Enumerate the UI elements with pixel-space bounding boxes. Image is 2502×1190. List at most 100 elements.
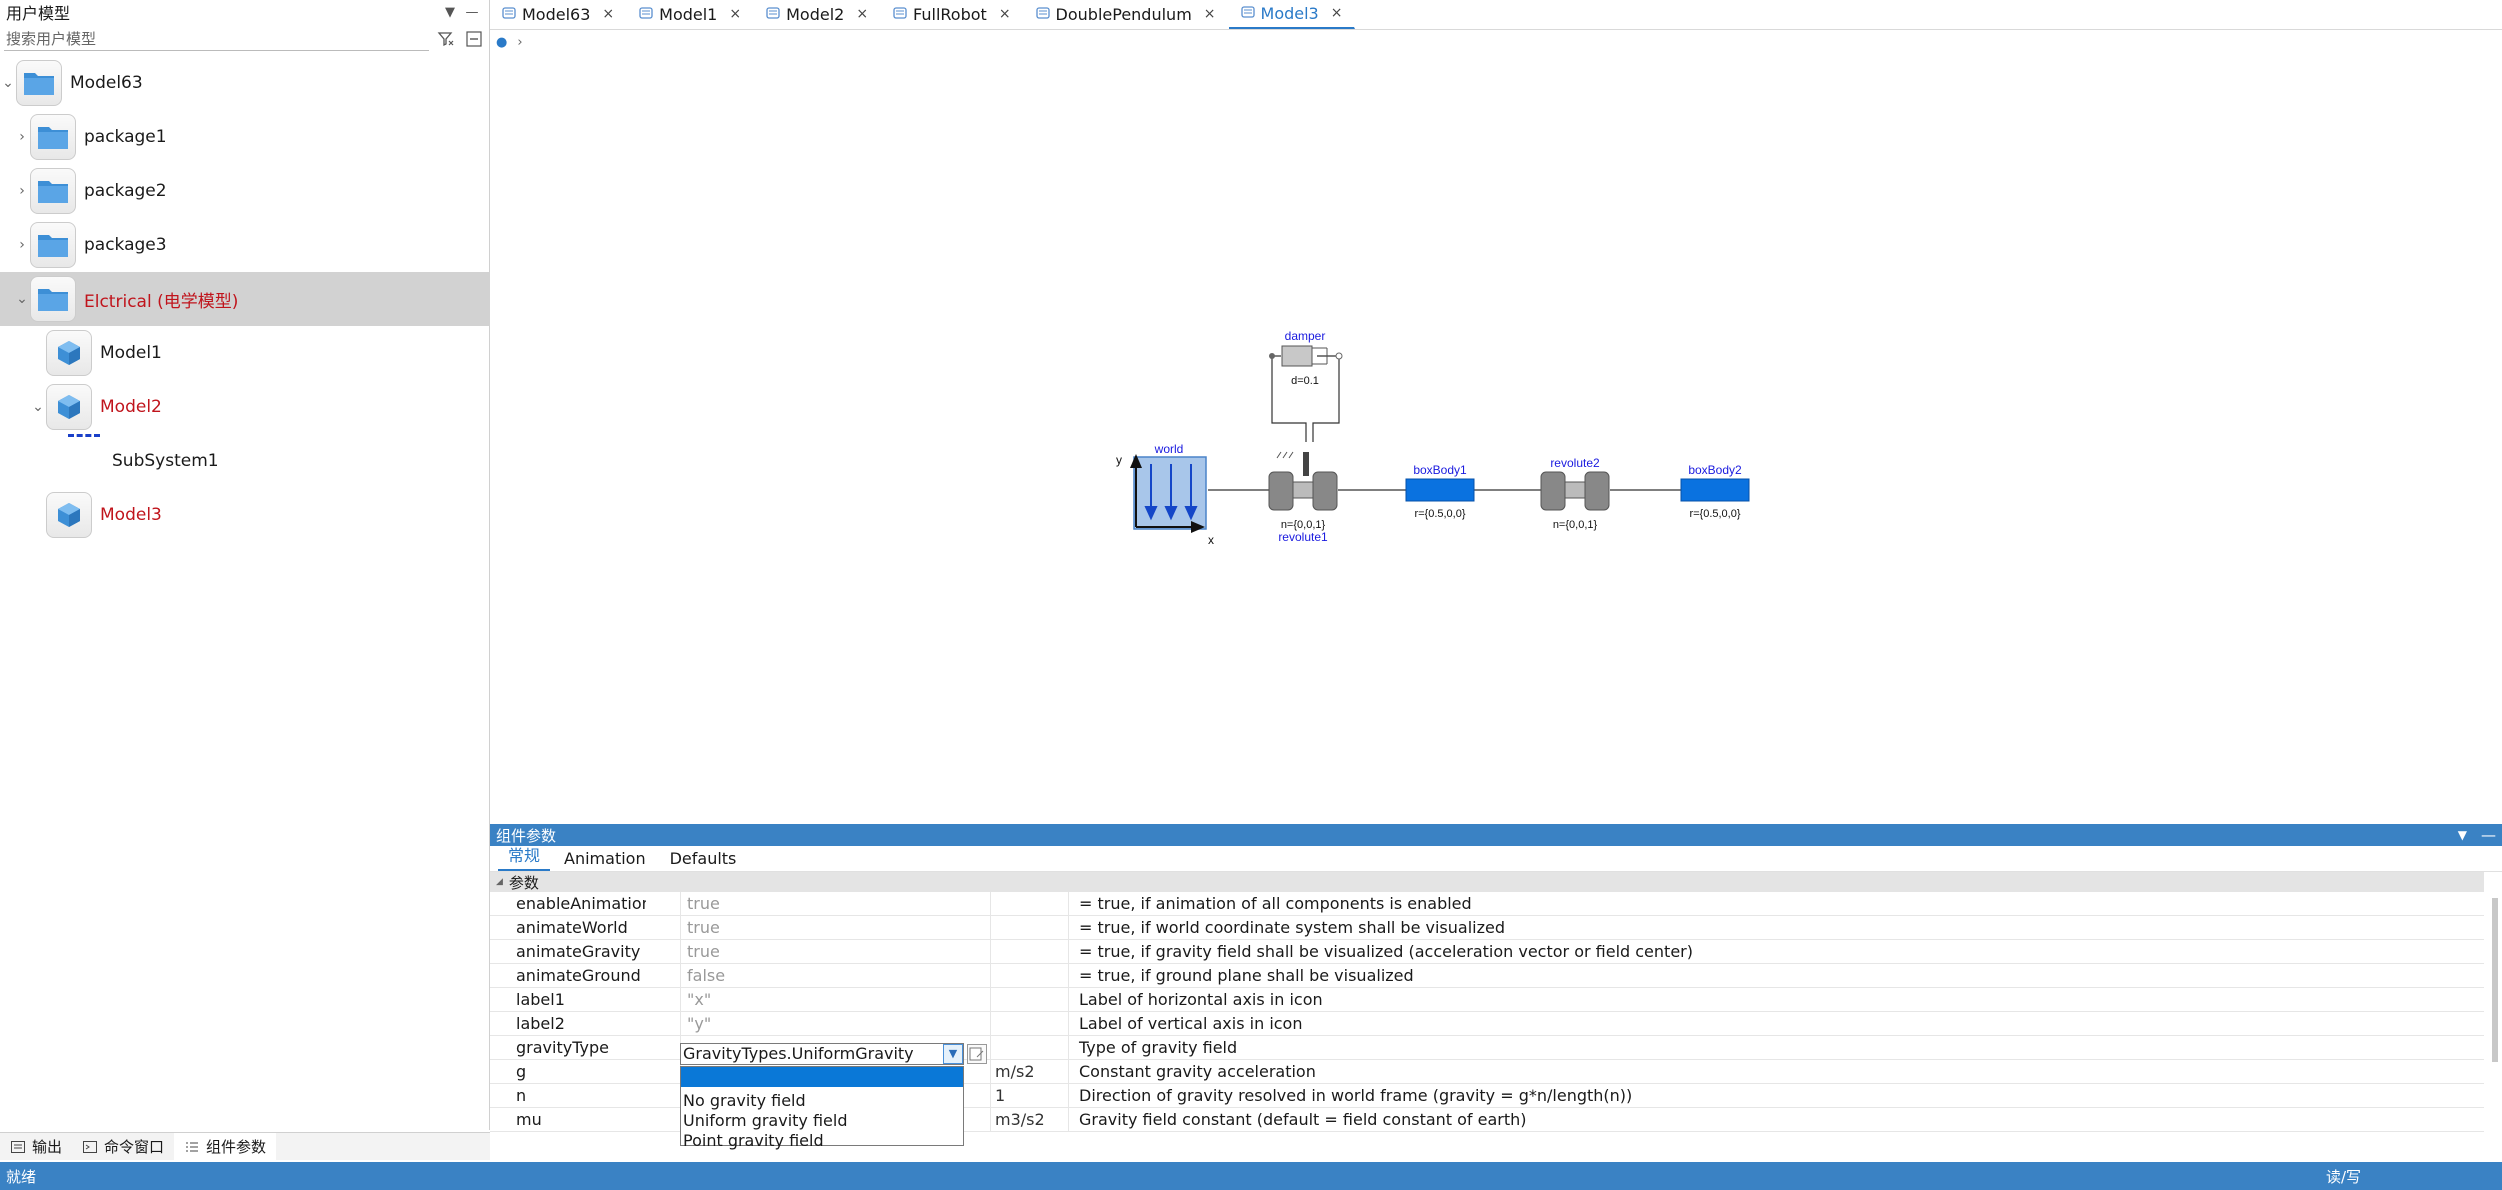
tab-model3[interactable]: Model3 × — [1228, 0, 1356, 29]
param-name: animateGround — [516, 966, 641, 985]
collapse-all-icon[interactable] — [463, 28, 485, 50]
tab-label: Model2 — [786, 4, 845, 24]
close-icon[interactable]: × — [856, 6, 868, 22]
tab-component-params[interactable]: 组件参数 — [174, 1132, 277, 1161]
gravity-type-combobox[interactable]: GravityTypes.UniformGravity — [680, 1043, 964, 1065]
combobox-chevron-icon[interactable]: ▼ — [943, 1044, 963, 1064]
dropdown-arrow-icon[interactable]: ▼ — [439, 5, 461, 20]
param-description: = true, if world coordinate system shall… — [1068, 916, 2484, 940]
param-value[interactable]: "x" — [680, 988, 980, 1012]
model-browser-panel: 用户模型 ▼ — ⌄ Model63 › package1 › package2 › pack… — [0, 0, 490, 1130]
tab-label: Model1 — [659, 4, 718, 24]
param-row-enableAnimation: enableAnimation true = true, if animation … — [490, 892, 2484, 916]
params-group-header[interactable]: ◢ 参数 — [490, 872, 2484, 892]
home-icon[interactable]: ● — [496, 35, 507, 50]
param-description: Constant gravity acceleration — [1068, 1060, 2484, 1084]
tab-command-window[interactable]: 命令窗口 — [72, 1133, 174, 1161]
tree-item-package1[interactable]: › package1 — [0, 110, 490, 164]
minimize-icon[interactable]: — — [461, 5, 483, 20]
chevron-down-icon[interactable]: ⌄ — [0, 75, 16, 91]
tree-item-package2[interactable]: › package2 — [0, 164, 490, 218]
param-description: Gravity field constant (default = field … — [1068, 1108, 2484, 1132]
model-file-icon — [1035, 5, 1050, 24]
param-value[interactable]: true — [680, 940, 980, 964]
boxbody2-component[interactable]: boxBody2 r={0.5,0,0} — [1680, 463, 1750, 520]
dropdown-option[interactable]: No gravity field — [681, 1091, 963, 1111]
boxbody1-component[interactable]: boxBody1 r={0.5,0,0} — [1405, 463, 1475, 520]
param-description: = true, if ground plane shall be visuali… — [1068, 964, 2484, 988]
tree-item-model1[interactable]: Model1 — [0, 326, 490, 380]
tree-item-elctrical[interactable]: ⌄ Elctrical (电学模型) — [0, 272, 490, 326]
tab-model63[interactable]: Model63 × — [490, 0, 627, 29]
folder-icon — [16, 60, 62, 106]
tab-output[interactable]: 输出 — [0, 1133, 72, 1161]
breadcrumb: ● › — [496, 32, 523, 52]
filter-icon[interactable] — [435, 28, 457, 50]
breadcrumb-arrow-icon[interactable]: › — [517, 35, 522, 50]
cube-icon — [46, 492, 92, 538]
damper-component[interactable]: damper d=0.1 — [1269, 329, 1343, 387]
tab-fullrobot[interactable]: FullRobot × — [881, 0, 1024, 29]
edit-icon[interactable] — [967, 1044, 987, 1064]
dropdown-arrow-icon[interactable]: ▼ — [2458, 828, 2467, 842]
revolute2-component[interactable]: revolute2 n={0,0,1} — [1540, 456, 1610, 531]
chevron-right-icon[interactable]: › — [14, 129, 30, 145]
param-name: n — [516, 1086, 527, 1105]
chevron-down-icon[interactable]: ⌄ — [14, 291, 30, 307]
param-row-label2: label2 "y" Label of vertical axis in icon — [490, 1012, 2484, 1036]
folder-icon — [30, 276, 76, 322]
params-tab-2[interactable]: Defaults — [660, 849, 747, 871]
tab-model1[interactable]: Model1 × — [627, 0, 754, 29]
document-tab-bar: Model63 × Model1 × Model2 × FullRobot × DoublePe… — [490, 0, 2502, 30]
dropdown-option[interactable]: Point gravity field — [681, 1131, 963, 1151]
panel-title: 用户模型 — [6, 4, 71, 23]
param-value[interactable]: true — [680, 892, 980, 916]
search-input[interactable] — [4, 27, 430, 51]
dropdown-option[interactable] — [681, 1067, 963, 1087]
tab-label: FullRobot — [913, 4, 987, 24]
tab-model2[interactable]: Model2 × — [754, 0, 881, 29]
dropdown-option[interactable]: Uniform gravity field — [681, 1111, 963, 1131]
param-unit: m3/s2 — [990, 1108, 1070, 1132]
minimize-icon[interactable]: — — [2481, 826, 2496, 844]
revolute1-component[interactable]: n={0,0,1} revolute1 — [1268, 451, 1338, 544]
gravity-type-dropdown: No gravity field Uniform gravity field Poi… — [680, 1066, 964, 1150]
diagram-canvas[interactable]: world x y damper d=0.1 n={0,0,1} revolut… — [491, 52, 2502, 824]
close-icon[interactable]: × — [1331, 5, 1343, 21]
model-file-icon — [766, 5, 780, 24]
close-icon[interactable]: × — [999, 6, 1011, 22]
tree-item-label: Model2 — [100, 397, 162, 417]
close-icon[interactable]: × — [602, 6, 614, 22]
world-component[interactable]: world x y — [1116, 442, 1214, 547]
tree-item-model2[interactable]: ⌄ Model2 — [0, 380, 490, 434]
tree-item-model3[interactable]: Model3 — [0, 488, 490, 542]
param-name: label2 — [516, 1014, 565, 1033]
output-icon — [11, 1140, 25, 1153]
collapse-triangle-icon[interactable]: ◢ — [496, 877, 503, 887]
param-unit — [990, 1012, 1070, 1036]
param-value[interactable]: "y" — [680, 1012, 980, 1036]
param-value[interactable]: true — [680, 916, 980, 940]
param-name: gravityType — [516, 1038, 609, 1057]
tree-item-model63[interactable]: ⌄ Model63 — [0, 56, 490, 110]
param-unit — [990, 988, 1070, 1012]
chevron-down-icon[interactable]: ⌄ — [30, 399, 46, 415]
param-row-label1: label1 "x" Label of horizontal axis in ico… — [490, 988, 2484, 1012]
params-tab-1[interactable]: Animation — [554, 849, 656, 871]
chevron-right-icon[interactable]: › — [14, 237, 30, 253]
close-icon[interactable]: × — [729, 6, 741, 22]
param-description: Label of horizontal axis in icon — [1068, 988, 2484, 1012]
param-name: label1 — [516, 990, 565, 1009]
param-unit: m/s2 — [990, 1060, 1070, 1084]
tab-doublependulum[interactable]: DoublePendulum × — [1024, 0, 1229, 29]
tree-item-subsystem1[interactable]: SubSystem1 — [0, 434, 490, 488]
model-file-icon — [893, 5, 907, 24]
close-icon[interactable]: × — [1204, 6, 1216, 22]
params-scrollbar[interactable] — [2492, 898, 2498, 1062]
params-tab-0[interactable]: 常规 — [498, 842, 551, 871]
chevron-right-icon[interactable]: › — [14, 183, 30, 199]
param-unit — [990, 892, 1070, 916]
tree-item-package3[interactable]: › package3 — [0, 218, 490, 272]
world-axis-x-label: x — [1208, 533, 1214, 547]
param-value[interactable]: false — [680, 964, 980, 988]
